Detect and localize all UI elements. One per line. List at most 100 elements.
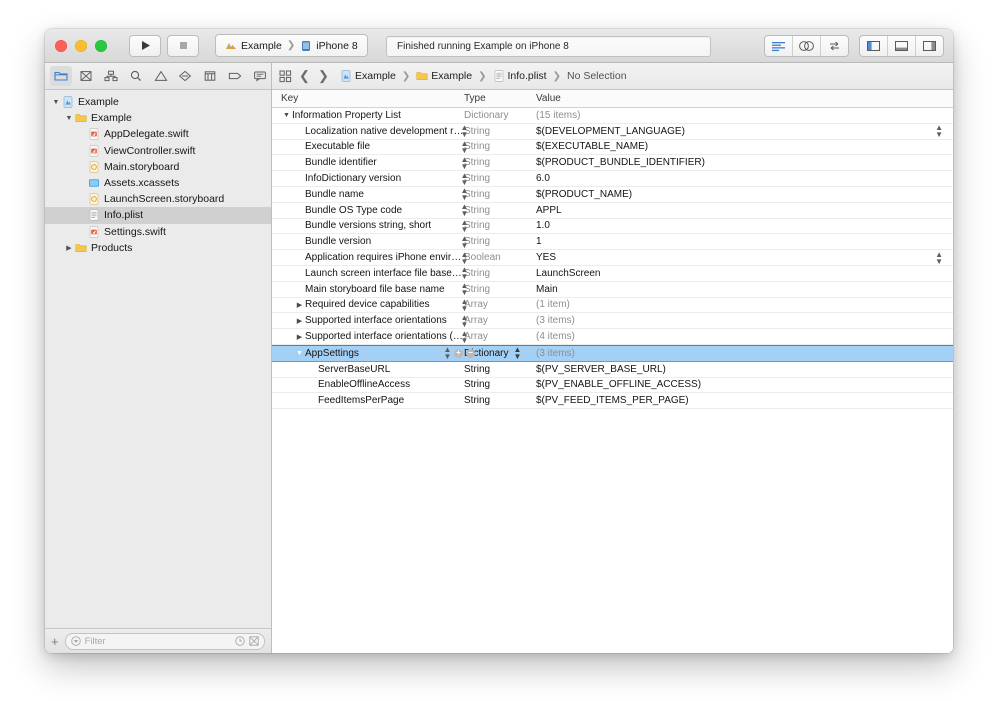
plist-rows[interactable]: ▼Information Property ListDictionary(15 …: [272, 108, 953, 409]
related-items-icon[interactable]: [279, 70, 292, 83]
table-row[interactable]: Bundle version▲▼String1: [272, 234, 953, 250]
sidebar-item-example[interactable]: ▼Example: [45, 110, 271, 126]
disclosure-triangle-icon[interactable]: ▶: [294, 317, 305, 325]
test-navigator-icon[interactable]: [174, 66, 196, 86]
table-row[interactable]: Bundle OS Type code▲▼StringAPPL: [272, 203, 953, 219]
plist-value-cell[interactable]: (15 items): [536, 110, 953, 121]
table-row[interactable]: Bundle versions string, short▲▼String1.0: [272, 219, 953, 235]
plist-key-cell[interactable]: Main storyboard file base name: [272, 284, 464, 295]
standard-editor-button[interactable]: [765, 36, 793, 56]
plist-key-stepper[interactable]: ▲▼: [460, 124, 469, 138]
plist-type-cell[interactable]: String: [464, 173, 536, 184]
stop-button[interactable]: [167, 35, 199, 57]
sidebar-item-example[interactable]: ▼Example: [45, 94, 271, 110]
column-header-key[interactable]: Key: [272, 93, 464, 104]
plist-value-cell[interactable]: (4 items): [536, 331, 953, 342]
table-row[interactable]: Bundle name▲▼String$(PRODUCT_NAME): [272, 187, 953, 203]
plist-value-cell[interactable]: APPL: [536, 205, 953, 216]
table-row[interactable]: ▶Supported interface orientations (i…▲▼A…: [272, 329, 953, 345]
plist-key-cell[interactable]: ▶Supported interface orientations (i…: [272, 331, 464, 342]
table-row[interactable]: InfoDictionary version▲▼String6.0: [272, 171, 953, 187]
plist-value-cell[interactable]: YES: [536, 252, 953, 263]
breadcrumb-item-no-selection[interactable]: No Selection: [567, 70, 627, 82]
plist-type-cell[interactable]: String: [464, 284, 536, 295]
table-row[interactable]: Application requires iPhone enviro…▲▼Boo…: [272, 250, 953, 266]
plist-key-cell[interactable]: ▶Required device capabilities: [272, 299, 464, 310]
breadcrumb-item-info-plist[interactable]: Info.plist: [493, 70, 547, 82]
navigate-back-button[interactable]: ❮: [298, 68, 311, 84]
plist-key-stepper[interactable]: ▲▼: [460, 156, 469, 170]
debug-navigator-icon[interactable]: [199, 66, 221, 86]
plist-key-cell[interactable]: Localization native development re…: [272, 126, 464, 137]
add-file-button[interactable]: +: [51, 635, 59, 648]
plist-key-stepper[interactable]: ▲▼: [460, 203, 469, 217]
plist-type-cell[interactable]: String: [464, 205, 536, 216]
filter-recent-icon[interactable]: [249, 636, 259, 646]
toggle-utilities-button[interactable]: [916, 36, 943, 56]
plist-value-cell[interactable]: $(DEVELOPMENT_LANGUAGE): [536, 126, 953, 137]
sidebar-item-assets-xcassets[interactable]: Assets.xcassets: [45, 175, 271, 191]
plist-key-stepper[interactable]: ▲▼: [460, 251, 469, 265]
property-list-editor[interactable]: Key Type Value ▼Information Property Lis…: [272, 90, 953, 653]
table-row[interactable]: ▼AppSettings▲▼+−Dictionary▲▼(3 items): [272, 345, 953, 362]
close-button[interactable]: [55, 40, 67, 52]
table-row[interactable]: Executable file▲▼String$(EXECUTABLE_NAME…: [272, 140, 953, 156]
breadcrumb-item-example[interactable]: Example: [416, 70, 472, 82]
sidebar-item-appdelegate-swift[interactable]: AppDelegate.swift: [45, 126, 271, 142]
plist-value-cell[interactable]: 1: [536, 236, 953, 247]
plist-key-cell[interactable]: InfoDictionary version: [272, 173, 464, 184]
plist-type-cell[interactable]: Boolean: [464, 252, 536, 263]
version-editor-button[interactable]: [821, 36, 848, 56]
sidebar-item-products[interactable]: ▶Products: [45, 240, 271, 256]
plist-type-cell[interactable]: String: [464, 141, 536, 152]
source-control-navigator-icon[interactable]: [75, 66, 97, 86]
disclosure-triangle-icon[interactable]: ▶: [64, 244, 74, 252]
table-row[interactable]: ▶Required device capabilities▲▼Array(1 i…: [272, 298, 953, 314]
remove-row-button[interactable]: −: [466, 349, 475, 358]
plist-key-cell[interactable]: Application requires iPhone enviro…: [272, 252, 464, 263]
plist-key-stepper[interactable]: ▲▼: [460, 235, 469, 249]
toggle-debug-area-button[interactable]: [888, 36, 916, 56]
plist-value-cell[interactable]: $(PRODUCT_NAME): [536, 189, 953, 200]
plist-type-cell[interactable]: String: [464, 126, 536, 137]
plist-type-cell[interactable]: String: [464, 236, 536, 247]
plist-key-cell[interactable]: Bundle versions string, short: [272, 220, 464, 231]
sidebar-item-main-storyboard[interactable]: Main.storyboard: [45, 159, 271, 175]
plist-type-cell[interactable]: Array: [464, 331, 536, 342]
plist-key-stepper[interactable]: ▲▼: [460, 330, 469, 344]
plist-type-cell[interactable]: String: [464, 395, 536, 406]
plist-value-cell[interactable]: Main: [536, 284, 953, 295]
plist-key-stepper[interactable]: ▲▼: [460, 172, 469, 186]
minimize-button[interactable]: [75, 40, 87, 52]
plist-key-stepper[interactable]: ▲▼: [460, 140, 469, 154]
symbol-navigator-icon[interactable]: [100, 66, 122, 86]
plist-type-cell[interactable]: String: [464, 364, 536, 375]
plist-key-stepper[interactable]: ▲▼: [460, 314, 469, 328]
column-header-type[interactable]: Type: [464, 93, 536, 104]
issue-navigator-icon[interactable]: [150, 66, 172, 86]
report-navigator-icon[interactable]: [249, 66, 271, 86]
plist-key-cell[interactable]: Bundle identifier: [272, 157, 464, 168]
assistant-editor-button[interactable]: [793, 36, 821, 56]
disclosure-triangle-icon[interactable]: ▶: [294, 301, 305, 309]
column-header-value[interactable]: Value: [536, 93, 953, 104]
sidebar-item-info-plist[interactable]: Info.plist: [45, 207, 271, 223]
breakpoint-navigator-icon[interactable]: [224, 66, 246, 86]
plist-key-cell[interactable]: ServerBaseURL: [272, 364, 464, 375]
plist-value-cell[interactable]: (1 item): [536, 299, 953, 310]
plist-value-stepper[interactable]: ▲▼: [935, 251, 943, 265]
plist-key-cell[interactable]: EnableOfflineAccess: [272, 379, 464, 390]
add-row-button[interactable]: +: [454, 349, 463, 358]
plist-value-cell[interactable]: $(PRODUCT_BUNDLE_IDENTIFIER): [536, 157, 953, 168]
navigate-forward-button[interactable]: ❯: [317, 68, 330, 84]
sidebar-item-viewcontroller-swift[interactable]: ViewController.swift: [45, 143, 271, 159]
plist-key-stepper[interactable]: ▲▼: [460, 187, 469, 201]
disclosure-triangle-icon[interactable]: ▼: [64, 115, 74, 122]
plist-type-cell[interactable]: String: [464, 157, 536, 168]
clock-icon[interactable]: [235, 636, 245, 646]
plist-key-cell[interactable]: ▶Supported interface orientations: [272, 315, 464, 326]
plist-type-cell[interactable]: String: [464, 220, 536, 231]
plist-key-stepper[interactable]: ▲▼: [443, 346, 452, 360]
plist-key-cell[interactable]: Launch screen interface file base…: [272, 268, 464, 279]
zoom-button[interactable]: [95, 40, 107, 52]
